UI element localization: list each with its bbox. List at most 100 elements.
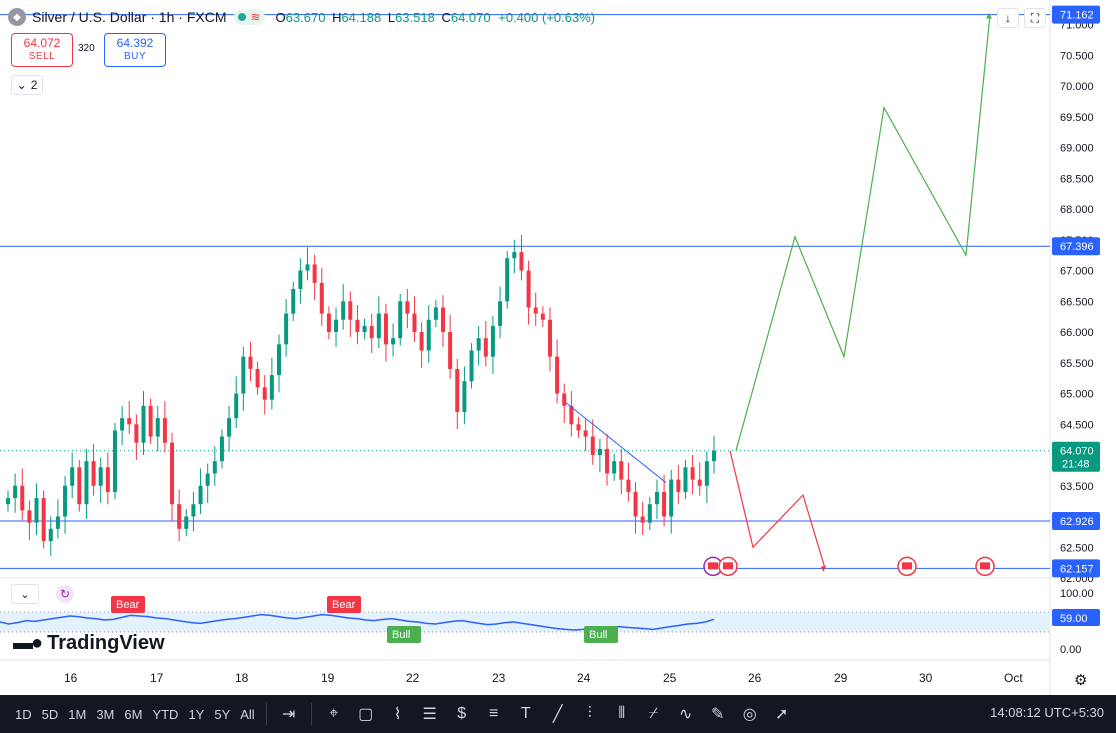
arrow-icon[interactable]: ➚ [769, 700, 795, 728]
candle-body [120, 418, 125, 431]
candle-body [519, 252, 524, 271]
candle-body [476, 338, 481, 351]
brush-icon[interactable]: ✎ [705, 700, 731, 728]
range-button-6m[interactable]: 6M [119, 700, 147, 728]
parallel-lines-icon[interactable]: ≡ [481, 700, 507, 728]
us-flag-icon [980, 562, 990, 570]
text-icon[interactable]: T [513, 700, 539, 728]
range-button-1m[interactable]: 1M [63, 700, 91, 728]
candle-body [341, 301, 346, 320]
pattern-icon[interactable]: ⫴ [609, 700, 635, 728]
range-button-1d[interactable]: 1D [10, 700, 37, 728]
curve-icon[interactable]: ∿ [673, 700, 699, 728]
candle-body [134, 424, 139, 443]
candle-body [612, 461, 617, 474]
buy-price: 64.392 [116, 36, 154, 50]
candle-body [597, 448, 602, 456]
rectangle-icon[interactable]: ▢ [353, 700, 379, 728]
candle-body [227, 418, 232, 437]
candle-body [41, 498, 46, 542]
market-open-icon [238, 13, 247, 21]
forecast-bull-arrow: ▲ [984, 11, 994, 22]
range-button-5y[interactable]: 5Y [209, 700, 235, 728]
candle-body [148, 405, 153, 437]
bottom-toolbar: 1D 5D 1M 3M 6M YTD 1Y 5Y All ⇥ ⌖ ▢ ⌇ ☰ $ ≡ T ╱ ⫶… [0, 695, 1116, 733]
range-button-all[interactable]: All [235, 700, 259, 728]
candle-body [305, 264, 310, 271]
tradingview-logo[interactable]: ▬● TradingView [13, 632, 165, 655]
level-price-label: 67.396 [1060, 241, 1094, 253]
rsi-band [0, 612, 1050, 632]
candle-body [647, 504, 652, 523]
eye-icon[interactable]: ◎ [737, 700, 763, 728]
candle-body [20, 485, 25, 511]
range-button-3m[interactable]: 3M [91, 700, 119, 728]
crosshair-icon[interactable]: ⌖ [321, 700, 347, 728]
indicators-toggle[interactable]: ⌄ 2 [11, 75, 43, 95]
chart-header: ◆ Silver / U.S. Dollar · 1h · FXCM ≋ O63… [8, 6, 595, 28]
sell-button[interactable]: 64.072 SELL [11, 33, 73, 67]
range-button-5d[interactable]: 5D [37, 700, 64, 728]
time-tick-label: 25 [663, 671, 677, 685]
price-chart[interactable]: 71.50071.00070.50070.00069.50069.00068.5… [0, 0, 1116, 695]
time-tick-label: Oct [1004, 671, 1023, 685]
candle-body [704, 461, 709, 486]
candle-body [441, 307, 446, 333]
rsi-current-label: 59.00 [1060, 613, 1088, 625]
candle-body [654, 491, 659, 505]
projection-icon[interactable]: ⌿ [641, 700, 667, 728]
candle-body [234, 393, 239, 419]
goto-date-icon[interactable]: ⇥ [276, 700, 302, 728]
buy-button[interactable]: 64.392 BUY [104, 33, 166, 67]
logo-text: TradingView [47, 632, 165, 654]
rsi-collapse-button[interactable]: ⌄ [11, 584, 39, 604]
candle-body [269, 375, 274, 400]
candle-body [455, 368, 460, 412]
fib-icon[interactable]: ☰ [417, 700, 443, 728]
candle-body [70, 467, 75, 486]
fullscreen-icon: ⛶ [1030, 10, 1040, 25]
symbol-title[interactable]: Silver / U.S. Dollar · 1h · FXCM [32, 9, 226, 25]
tradingview-logo-icon: ▬● [13, 632, 43, 654]
clock[interactable]: 14:08:12 UTC+5:30 [990, 705, 1104, 720]
candle-body [326, 313, 331, 333]
zigzag-icon[interactable]: ⌇ [385, 700, 411, 728]
time-tick-label: 29 [834, 671, 848, 685]
price-tick-label: 66.500 [1060, 296, 1094, 308]
settings-icon[interactable]: ⚙ [1074, 671, 1087, 689]
candle-body [640, 516, 645, 523]
candle-body [555, 356, 560, 394]
candle-body [669, 479, 674, 517]
candle-body [619, 461, 624, 480]
change-value: +0.400 (+0.63%) [498, 9, 596, 25]
candle-body [162, 418, 167, 443]
time-tick-label: 19 [321, 671, 335, 685]
pitchfork-icon[interactable]: ⫶ [577, 700, 603, 728]
price-tick-label: 70.500 [1060, 50, 1094, 62]
candle-body [198, 485, 203, 505]
candle-body [63, 485, 68, 517]
candle-body [512, 252, 517, 259]
range-button-ytd[interactable]: YTD [147, 700, 183, 728]
long-position-icon[interactable]: $ [449, 700, 475, 728]
fullscreen-button[interactable]: ⛶ [1024, 8, 1046, 28]
forecast-bull-path [735, 14, 991, 451]
candle-body [13, 485, 18, 499]
candle-body [355, 319, 360, 333]
market-status-pill[interactable]: ≋ [234, 9, 265, 25]
symbol-icon: ◆ [8, 8, 26, 26]
candle-body [362, 325, 367, 333]
range-button-1y[interactable]: 1Y [183, 700, 209, 728]
candle-body [448, 332, 453, 369]
download-button[interactable]: ↓ [997, 8, 1019, 28]
buy-label: BUY [123, 51, 147, 62]
rsi-refresh-button[interactable]: ↻ [56, 585, 74, 603]
candle-body [141, 405, 146, 443]
candle-body [662, 491, 667, 517]
candle-body [398, 301, 403, 339]
rsi-signal-label: Bear [116, 599, 140, 611]
price-tick-label: 65.500 [1060, 358, 1094, 370]
rsi-signal-label: Bear [332, 599, 356, 611]
trendline-icon[interactable]: ╱ [545, 700, 571, 728]
current-price-label: 64.070 [1060, 446, 1094, 458]
